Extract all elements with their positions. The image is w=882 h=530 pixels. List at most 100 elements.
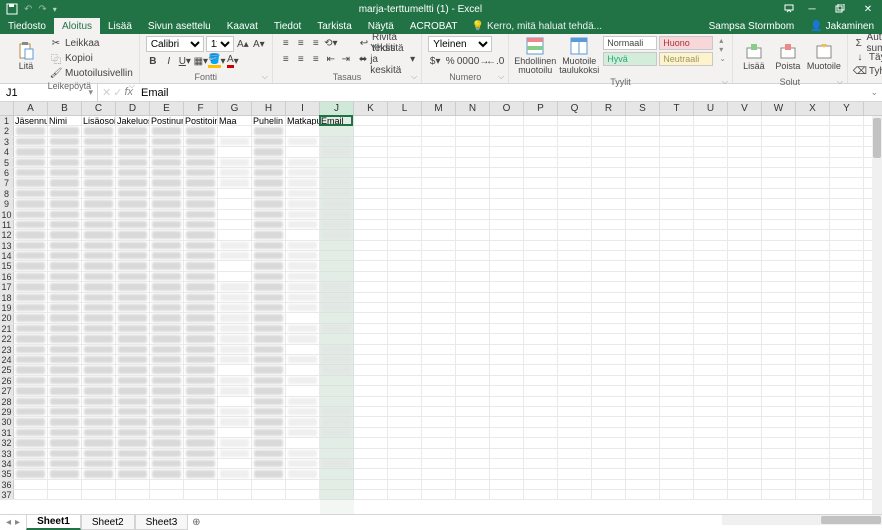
cell[interactable] xyxy=(456,386,490,395)
cell[interactable] xyxy=(14,376,48,385)
cell[interactable] xyxy=(286,261,320,270)
cell[interactable] xyxy=(694,282,728,291)
cell[interactable] xyxy=(490,480,524,489)
cell[interactable] xyxy=(48,189,82,198)
cell[interactable] xyxy=(524,178,558,187)
cell[interactable] xyxy=(150,355,184,364)
row-head-20[interactable]: 20 xyxy=(0,313,14,322)
cell[interactable] xyxy=(184,449,218,458)
cell[interactable] xyxy=(116,210,150,219)
cell[interactable] xyxy=(354,490,388,499)
cell[interactable] xyxy=(82,178,116,187)
cell[interactable] xyxy=(456,251,490,260)
cell[interactable] xyxy=(422,386,456,395)
column-head-F[interactable]: F xyxy=(184,102,218,115)
cell[interactable] xyxy=(490,272,524,281)
cell[interactable] xyxy=(660,480,694,489)
cell[interactable] xyxy=(354,147,388,156)
cell[interactable] xyxy=(218,313,252,322)
cell[interactable] xyxy=(14,428,48,437)
cell[interactable] xyxy=(558,137,592,146)
cell[interactable] xyxy=(490,334,524,343)
column-head-G[interactable]: G xyxy=(218,102,252,115)
cell[interactable] xyxy=(762,313,796,322)
cell[interactable] xyxy=(490,397,524,406)
cell[interactable] xyxy=(456,126,490,135)
cell[interactable] xyxy=(150,293,184,302)
cell[interactable] xyxy=(626,324,660,333)
cell[interactable] xyxy=(150,303,184,312)
cell[interactable] xyxy=(524,282,558,291)
cell[interactable] xyxy=(524,147,558,156)
merge-center-button[interactable]: ⬌Yhdistä ja keskitä▾ xyxy=(359,52,415,66)
cell[interactable]: Jakeluosoite xyxy=(116,116,150,125)
cell[interactable] xyxy=(150,230,184,239)
cell[interactable] xyxy=(252,178,286,187)
cell[interactable] xyxy=(422,480,456,489)
cell[interactable] xyxy=(14,241,48,250)
cell[interactable] xyxy=(660,397,694,406)
cell[interactable] xyxy=(14,417,48,426)
cell[interactable] xyxy=(354,345,388,354)
cell[interactable] xyxy=(796,313,830,322)
cell[interactable] xyxy=(286,376,320,385)
cell[interactable] xyxy=(762,334,796,343)
cell[interactable]: Lisäosoite xyxy=(82,116,116,125)
cell[interactable] xyxy=(320,261,354,270)
cell[interactable] xyxy=(14,345,48,354)
cell[interactable] xyxy=(82,449,116,458)
cell[interactable] xyxy=(14,251,48,260)
cell[interactable] xyxy=(728,334,762,343)
number-format-select[interactable]: Yleinen xyxy=(428,36,492,52)
cell[interactable] xyxy=(762,158,796,167)
cell[interactable] xyxy=(762,417,796,426)
cell[interactable] xyxy=(694,376,728,385)
cell[interactable] xyxy=(286,480,320,489)
row-head-22[interactable]: 22 xyxy=(0,334,14,343)
row-head-31[interactable]: 31 xyxy=(0,428,14,437)
column-head-W[interactable]: W xyxy=(762,102,796,115)
cell[interactable] xyxy=(660,490,694,499)
style-bad[interactable]: Huono xyxy=(659,36,713,50)
cell[interactable] xyxy=(320,168,354,177)
cell[interactable] xyxy=(660,116,694,125)
cell[interactable] xyxy=(252,334,286,343)
cell[interactable] xyxy=(592,397,626,406)
cell[interactable] xyxy=(184,189,218,198)
cell[interactable] xyxy=(524,303,558,312)
cell[interactable] xyxy=(388,126,422,135)
cell[interactable] xyxy=(626,438,660,447)
cell[interactable] xyxy=(218,137,252,146)
cell[interactable] xyxy=(150,313,184,322)
cell[interactable] xyxy=(558,116,592,125)
cell[interactable] xyxy=(796,147,830,156)
cell[interactable] xyxy=(82,168,116,177)
bold-button[interactable]: B xyxy=(146,54,160,68)
cell[interactable] xyxy=(524,261,558,270)
cell[interactable] xyxy=(218,449,252,458)
cell[interactable] xyxy=(796,480,830,489)
cell[interactable] xyxy=(150,189,184,198)
cell[interactable] xyxy=(728,293,762,302)
cell[interactable] xyxy=(660,210,694,219)
cell[interactable] xyxy=(694,407,728,416)
cell[interactable] xyxy=(82,490,116,499)
cell[interactable] xyxy=(82,407,116,416)
cell[interactable] xyxy=(82,147,116,156)
cell[interactable] xyxy=(218,407,252,416)
cell[interactable] xyxy=(762,345,796,354)
cell[interactable] xyxy=(116,459,150,468)
cell[interactable] xyxy=(592,199,626,208)
cell[interactable] xyxy=(694,469,728,478)
cell[interactable] xyxy=(490,313,524,322)
row-head-37[interactable]: 37 xyxy=(0,490,14,499)
cell[interactable] xyxy=(116,365,150,374)
cell[interactable] xyxy=(558,438,592,447)
column-head-V[interactable]: V xyxy=(728,102,762,115)
cell[interactable] xyxy=(82,480,116,489)
cell[interactable] xyxy=(354,158,388,167)
cell[interactable] xyxy=(558,168,592,177)
tell-me[interactable]: 💡 Kerro, mitä haluat tehdä... xyxy=(471,18,602,34)
cell[interactable] xyxy=(354,355,388,364)
cell[interactable] xyxy=(286,386,320,395)
